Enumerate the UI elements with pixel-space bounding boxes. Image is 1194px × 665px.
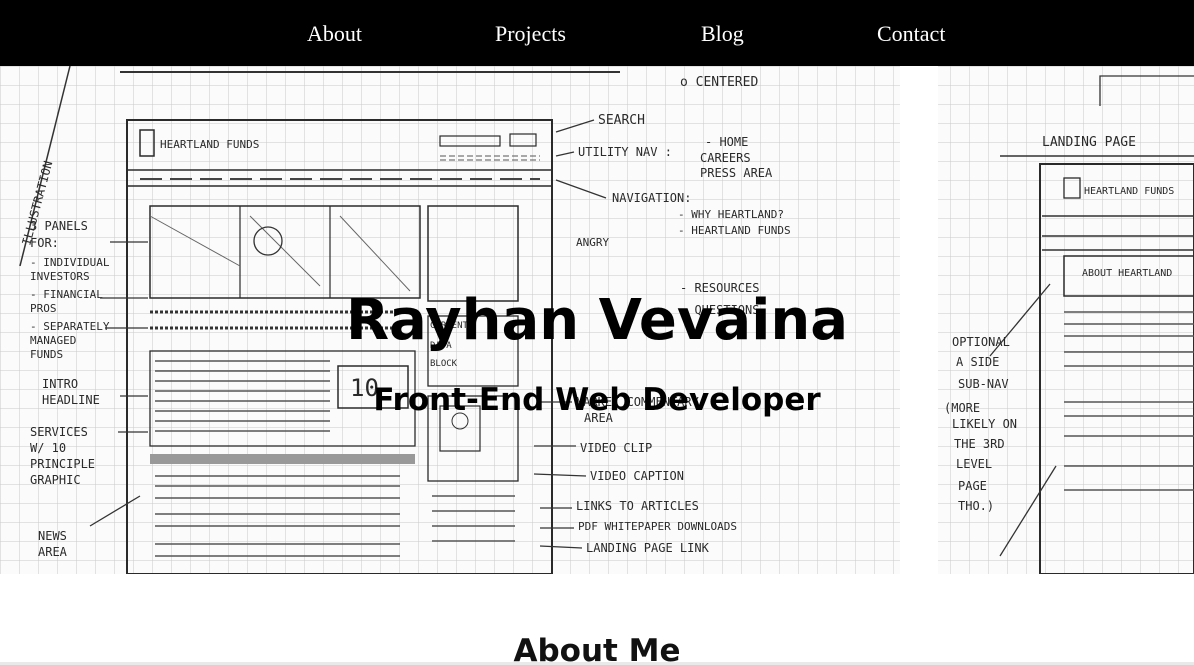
svg-text:LANDING PAGE: LANDING PAGE <box>1042 135 1136 150</box>
svg-text:A SIDE: A SIDE <box>956 355 999 369</box>
svg-text:UTILITY NAV :: UTILITY NAV : <box>578 145 672 159</box>
hero-title: Rayhan Vevaina <box>345 288 849 353</box>
about-section-heading: About Me <box>513 633 681 665</box>
svg-text:PDF WHITEPAPER DOWNLOADS: PDF WHITEPAPER DOWNLOADS <box>578 520 737 533</box>
svg-text:LANDING PAGE LINK: LANDING PAGE LINK <box>586 541 710 555</box>
svg-text:o CENTERED: o CENTERED <box>680 75 758 90</box>
svg-text:AREA: AREA <box>38 545 68 559</box>
hero-banner: ILLUSTRATION HEARTLAND FUNDS 10 CURRENT … <box>0 66 1194 574</box>
svg-text:ANGRY: ANGRY <box>576 236 609 249</box>
svg-text:NAVIGATION:: NAVIGATION: <box>612 191 691 205</box>
svg-text:VIDEO CAPTION: VIDEO CAPTION <box>590 469 684 483</box>
nav-link-blog[interactable]: Blog <box>701 19 744 49</box>
svg-text:BLOCK: BLOCK <box>430 359 458 369</box>
svg-text:CAREERS: CAREERS <box>700 151 751 165</box>
svg-text:PRINCIPLE: PRINCIPLE <box>30 457 95 471</box>
svg-text:3 PANELS: 3 PANELS <box>30 219 88 233</box>
svg-text:VIDEO CLIP: VIDEO CLIP <box>580 441 652 455</box>
svg-text:ABOUT HEARTLAND: ABOUT HEARTLAND <box>1082 268 1172 279</box>
svg-text:- INDIVIDUAL: - INDIVIDUAL <box>30 256 110 269</box>
nav-link-projects[interactable]: Projects <box>495 19 566 49</box>
svg-text:SERVICES: SERVICES <box>30 425 88 439</box>
nav-link-contact[interactable]: Contact <box>877 19 945 49</box>
svg-text:LEVEL: LEVEL <box>956 457 992 471</box>
svg-text:HEARTLAND FUNDS: HEARTLAND FUNDS <box>1084 186 1174 197</box>
svg-text:INVESTORS: INVESTORS <box>30 270 90 283</box>
svg-text:THO.): THO.) <box>958 499 994 513</box>
svg-text:NEWS: NEWS <box>38 529 67 543</box>
nav-link-about[interactable]: About <box>307 19 362 49</box>
svg-text:- HOME: - HOME <box>705 135 748 149</box>
svg-text:PRESS AREA: PRESS AREA <box>700 166 773 180</box>
svg-text:GRAPHIC: GRAPHIC <box>30 473 81 487</box>
svg-text:HEARTLAND FUNDS: HEARTLAND FUNDS <box>160 138 259 151</box>
svg-text:SEARCH: SEARCH <box>598 113 645 128</box>
svg-text:- WHY HEARTLAND?: - WHY HEARTLAND? <box>678 208 784 221</box>
svg-text:FOR:: FOR: <box>30 236 59 250</box>
svg-text:- HEARTLAND FUNDS: - HEARTLAND FUNDS <box>678 224 791 237</box>
top-navbar: About Projects Blog Contact <box>0 0 1194 66</box>
hero-subtitle: Front-End Web Developer <box>373 382 821 418</box>
svg-text:W/ 10: W/ 10 <box>30 441 66 455</box>
svg-text:PAGE: PAGE <box>958 479 987 493</box>
svg-text:LINKS TO ARTICLES: LINKS TO ARTICLES <box>576 499 699 513</box>
svg-text:THE 3RD: THE 3RD <box>954 437 1005 451</box>
